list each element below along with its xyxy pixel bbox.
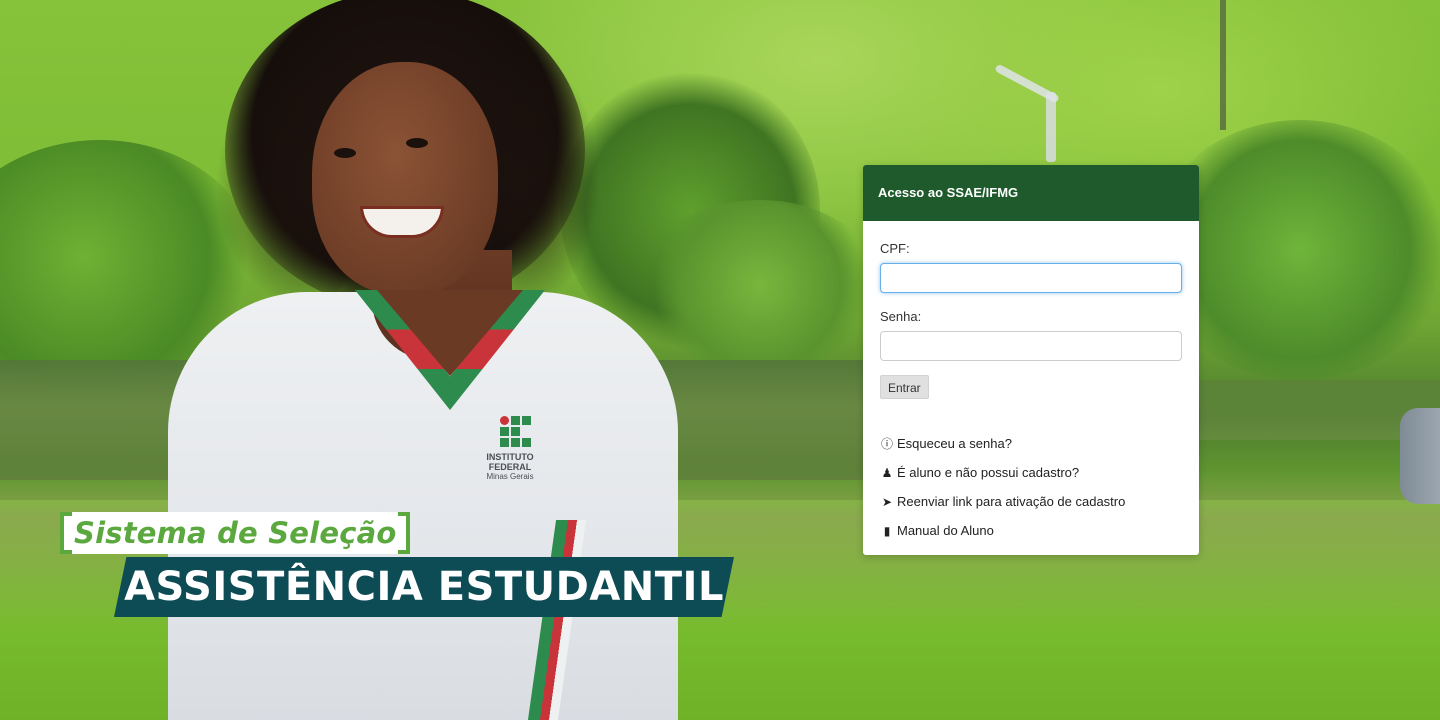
password-label: Senha: xyxy=(880,309,922,324)
submit-button[interactable]: Entrar xyxy=(880,375,929,399)
street-lamp-head xyxy=(994,63,1060,104)
pole xyxy=(1220,0,1226,130)
login-form: CPF: Senha: Entrar ⓘ Esqueceu a senha? ♟… xyxy=(863,221,1199,545)
password-input[interactable] xyxy=(880,331,1182,361)
resend-activation-link[interactable]: ➤ Reenviar link para ativação de cadastr… xyxy=(880,487,1182,516)
book-icon: ▮ xyxy=(883,523,891,538)
bush-center xyxy=(640,200,880,370)
parked-car xyxy=(1400,408,1440,504)
login-card-title: Acesso ao SSAE/IFMG xyxy=(863,165,1199,221)
heading-main: ASSISTÊNCIA ESTUDANTIL xyxy=(124,564,724,610)
heading-tag: Sistema de Seleção xyxy=(60,512,411,554)
question-circle-icon: ⓘ xyxy=(880,437,893,451)
cpf-label: CPF: xyxy=(880,241,910,256)
face xyxy=(312,62,498,294)
login-card: Acesso ao SSAE/IFMG CPF: Senha: Entrar ⓘ… xyxy=(863,165,1199,555)
cpf-input[interactable] xyxy=(880,263,1182,293)
help-links: ⓘ Esqueceu a senha? ♟ É aluno e não poss… xyxy=(880,429,1182,545)
student-manual-link[interactable]: ▮ Manual do Aluno xyxy=(880,516,1182,545)
forgot-password-link[interactable]: ⓘ Esqueceu a senha? xyxy=(880,429,1182,458)
register-link[interactable]: ♟ É aluno e não possui cadastro? xyxy=(880,458,1182,487)
if-logo-text: INSTITUTO FEDERAL Minas Gerais xyxy=(486,452,534,481)
user-plus-icon: ♟ xyxy=(881,465,893,480)
paper-plane-icon: ➤ xyxy=(881,494,893,509)
